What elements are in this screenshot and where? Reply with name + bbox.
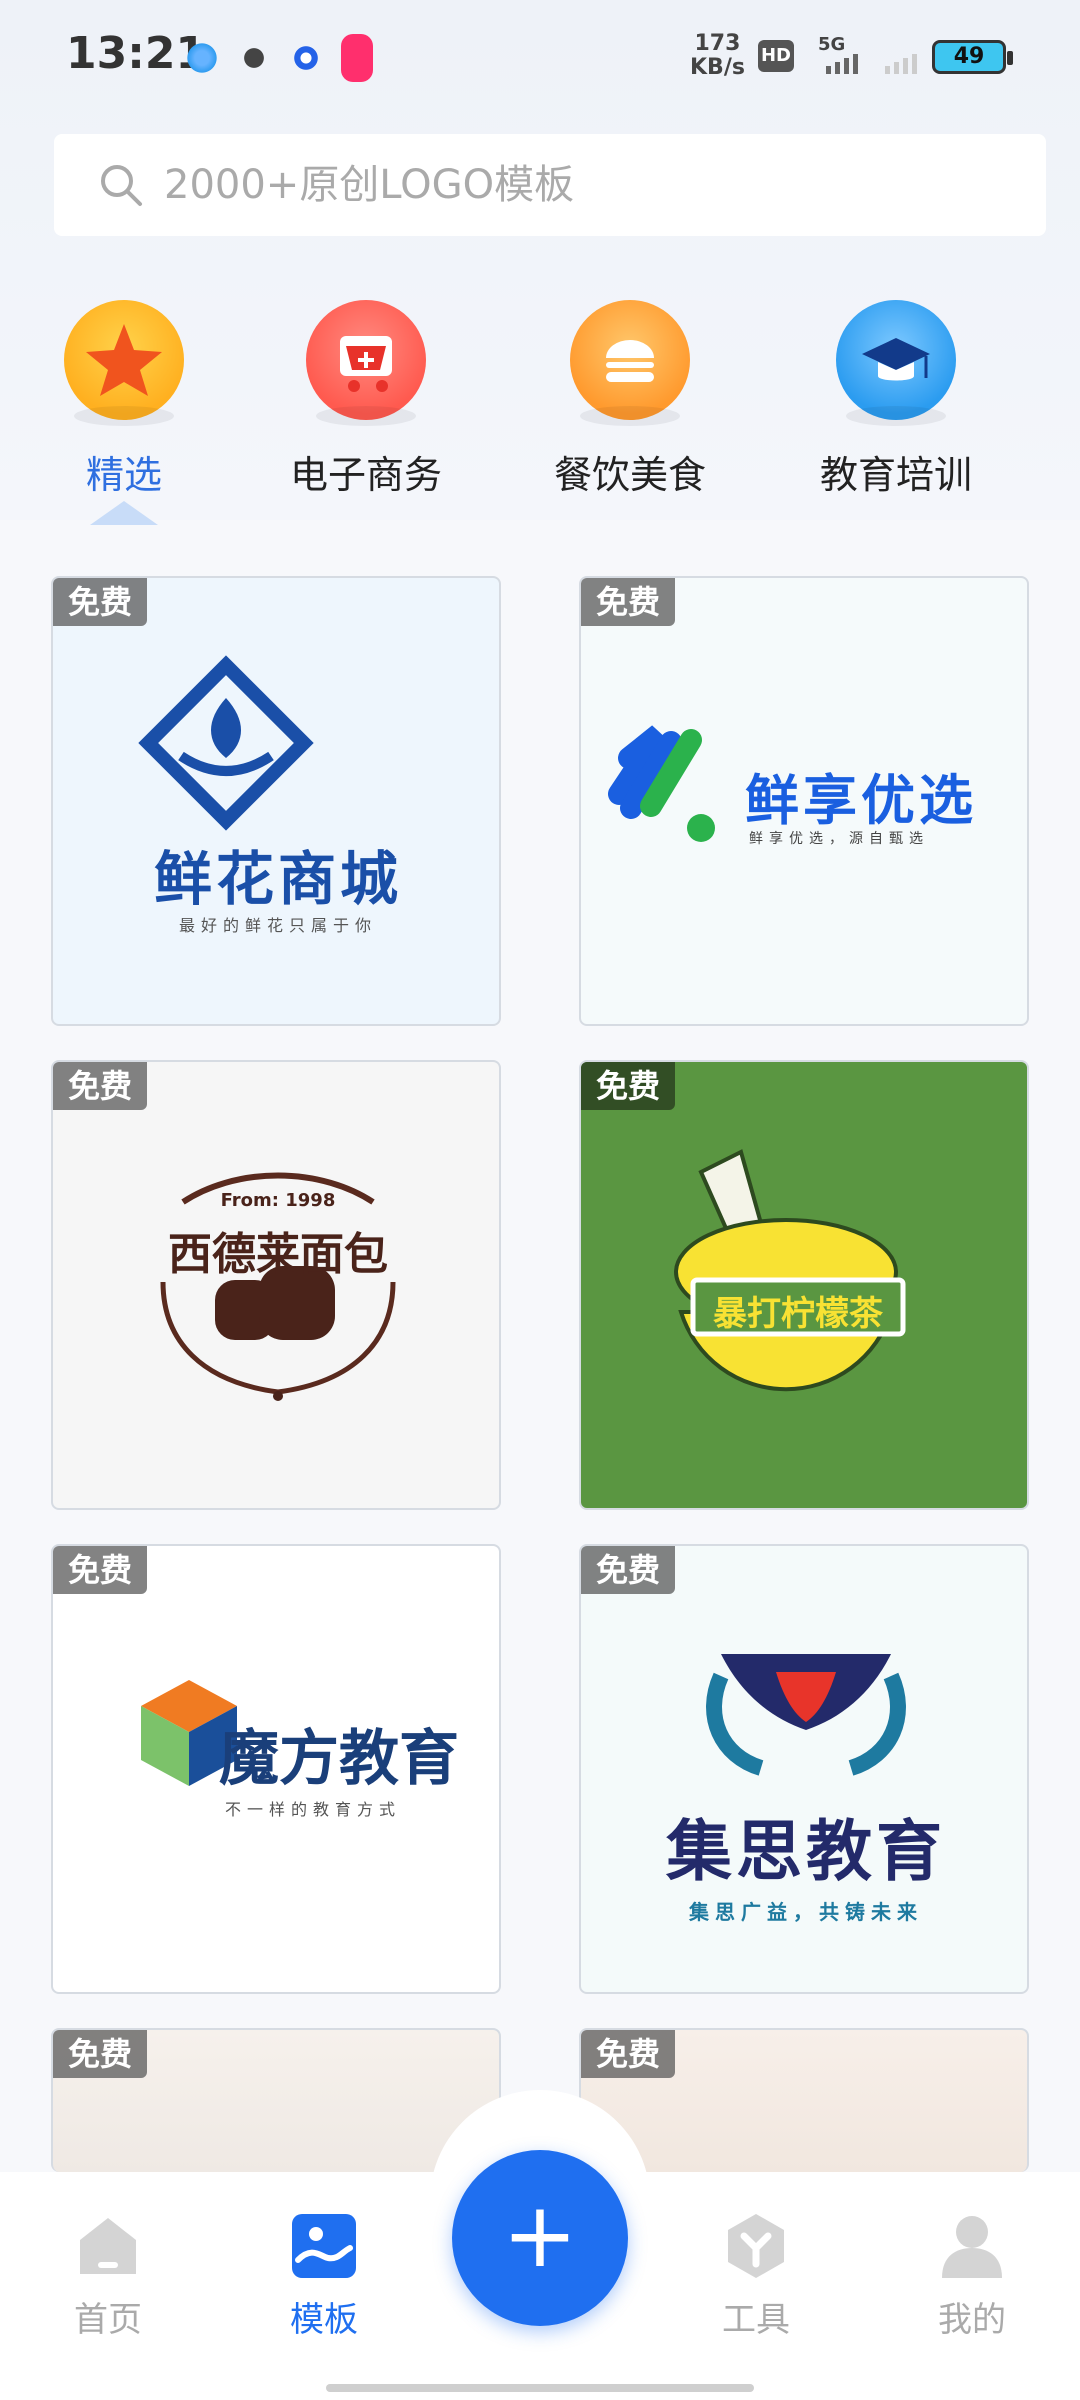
hd-voice-icon: HD (758, 40, 794, 72)
template-card[interactable]: 集思教育 集思广益，共铸未来 免费 (579, 1544, 1029, 1994)
template-title: 鲜享优选 (745, 769, 977, 832)
template-icon (292, 2214, 356, 2278)
nav-home[interactable]: 首页 (38, 2210, 178, 2341)
template-card[interactable]: 免费 (579, 2028, 1029, 2172)
tab-ecommerce[interactable]: 电子商务 (266, 300, 466, 499)
template-subtitle: 鲜享优选，源自甄选 (749, 831, 929, 847)
app-notification-icon (237, 41, 271, 75)
free-badge: 免费 (581, 2030, 675, 2078)
home-indicator[interactable] (326, 2384, 754, 2392)
tools-icon (728, 2214, 784, 2278)
status-app-icons (185, 34, 373, 82)
search-input[interactable]: 2000+原创LOGO模板 (164, 134, 1004, 236)
signal-type: 5G (818, 34, 846, 55)
nav-templates[interactable]: 模板 (254, 2210, 394, 2341)
nav-profile[interactable]: 我的 (902, 2210, 1042, 2341)
app-notification-icon (185, 41, 219, 75)
template-card[interactable]: 免费 (51, 2028, 501, 2172)
tab-education[interactable]: 教育培训 (796, 300, 996, 499)
bread-wreath-logo-icon (160, 1172, 396, 1401)
recording-pill-icon (341, 34, 373, 82)
template-subtitle: From: 1998 (220, 1190, 336, 1211)
search-icon (101, 165, 142, 206)
category-tabs: 精选 电子商务 餐饮美食 教育培训 (0, 300, 1080, 530)
tab-food[interactable]: 餐饮美食 (530, 300, 730, 499)
star-icon (64, 300, 184, 426)
graduation-cap-icon (836, 300, 956, 426)
free-badge: 免费 (53, 2030, 147, 2078)
free-badge: 免费 (53, 578, 147, 626)
battery-icon: 49 (932, 40, 1013, 74)
cart-icon (306, 300, 426, 426)
create-button[interactable]: + (452, 2150, 628, 2326)
network-speed: 173 KB/s (690, 31, 745, 80)
free-badge: 免费 (581, 578, 675, 626)
template-title: 暴打柠檬茶 (713, 1294, 883, 1334)
profile-icon (942, 2216, 1002, 2278)
app-notification-icon (289, 41, 323, 75)
free-badge: 免费 (53, 1546, 147, 1594)
template-card[interactable]: 魔方教育 不一样的教育方式 免费 (51, 1544, 501, 1994)
template-card[interactable]: From: 1998 西德莱面包 免费 (51, 1060, 501, 1510)
template-card[interactable]: 鲜花商城 最好的鲜花只属于你 免费 (51, 576, 501, 1026)
tab-featured[interactable]: 精选 (24, 300, 224, 525)
free-badge: 免费 (53, 1062, 147, 1110)
diamond-flower-logo-icon (138, 655, 314, 831)
template-title: 魔方教育 (219, 1724, 459, 1794)
status-bar: 13:21 173 KB/s HD 5G 49 (0, 0, 1080, 110)
template-title: 西德莱面包 (168, 1229, 388, 1280)
search-bar[interactable]: 2000+原创LOGO模板 (54, 134, 1046, 236)
free-badge: 免费 (581, 1546, 675, 1594)
nav-tools[interactable]: 工具 (686, 2210, 826, 2341)
template-subtitle: 集思广益，共铸未来 (689, 1900, 923, 1924)
burger-icon (570, 300, 690, 426)
signal-2-icon (885, 54, 917, 74)
wing-logo-icon (706, 1654, 906, 1776)
free-badge: 免费 (581, 1062, 675, 1110)
template-subtitle: 最好的鲜花只属于你 (178, 916, 377, 935)
home-icon (80, 2218, 136, 2274)
template-subtitle: 不一样的教育方式 (225, 1800, 402, 1819)
template-title: 集思教育 (666, 1813, 946, 1890)
template-card[interactable]: 暴打柠檬茶 免费 (579, 1060, 1029, 1510)
template-card[interactable]: 鲜享优选 鲜享优选，源自甄选 免费 (579, 576, 1029, 1026)
active-tab-indicator (90, 501, 158, 525)
signal-icon (826, 54, 858, 74)
template-title: 鲜花商城 (153, 845, 402, 913)
